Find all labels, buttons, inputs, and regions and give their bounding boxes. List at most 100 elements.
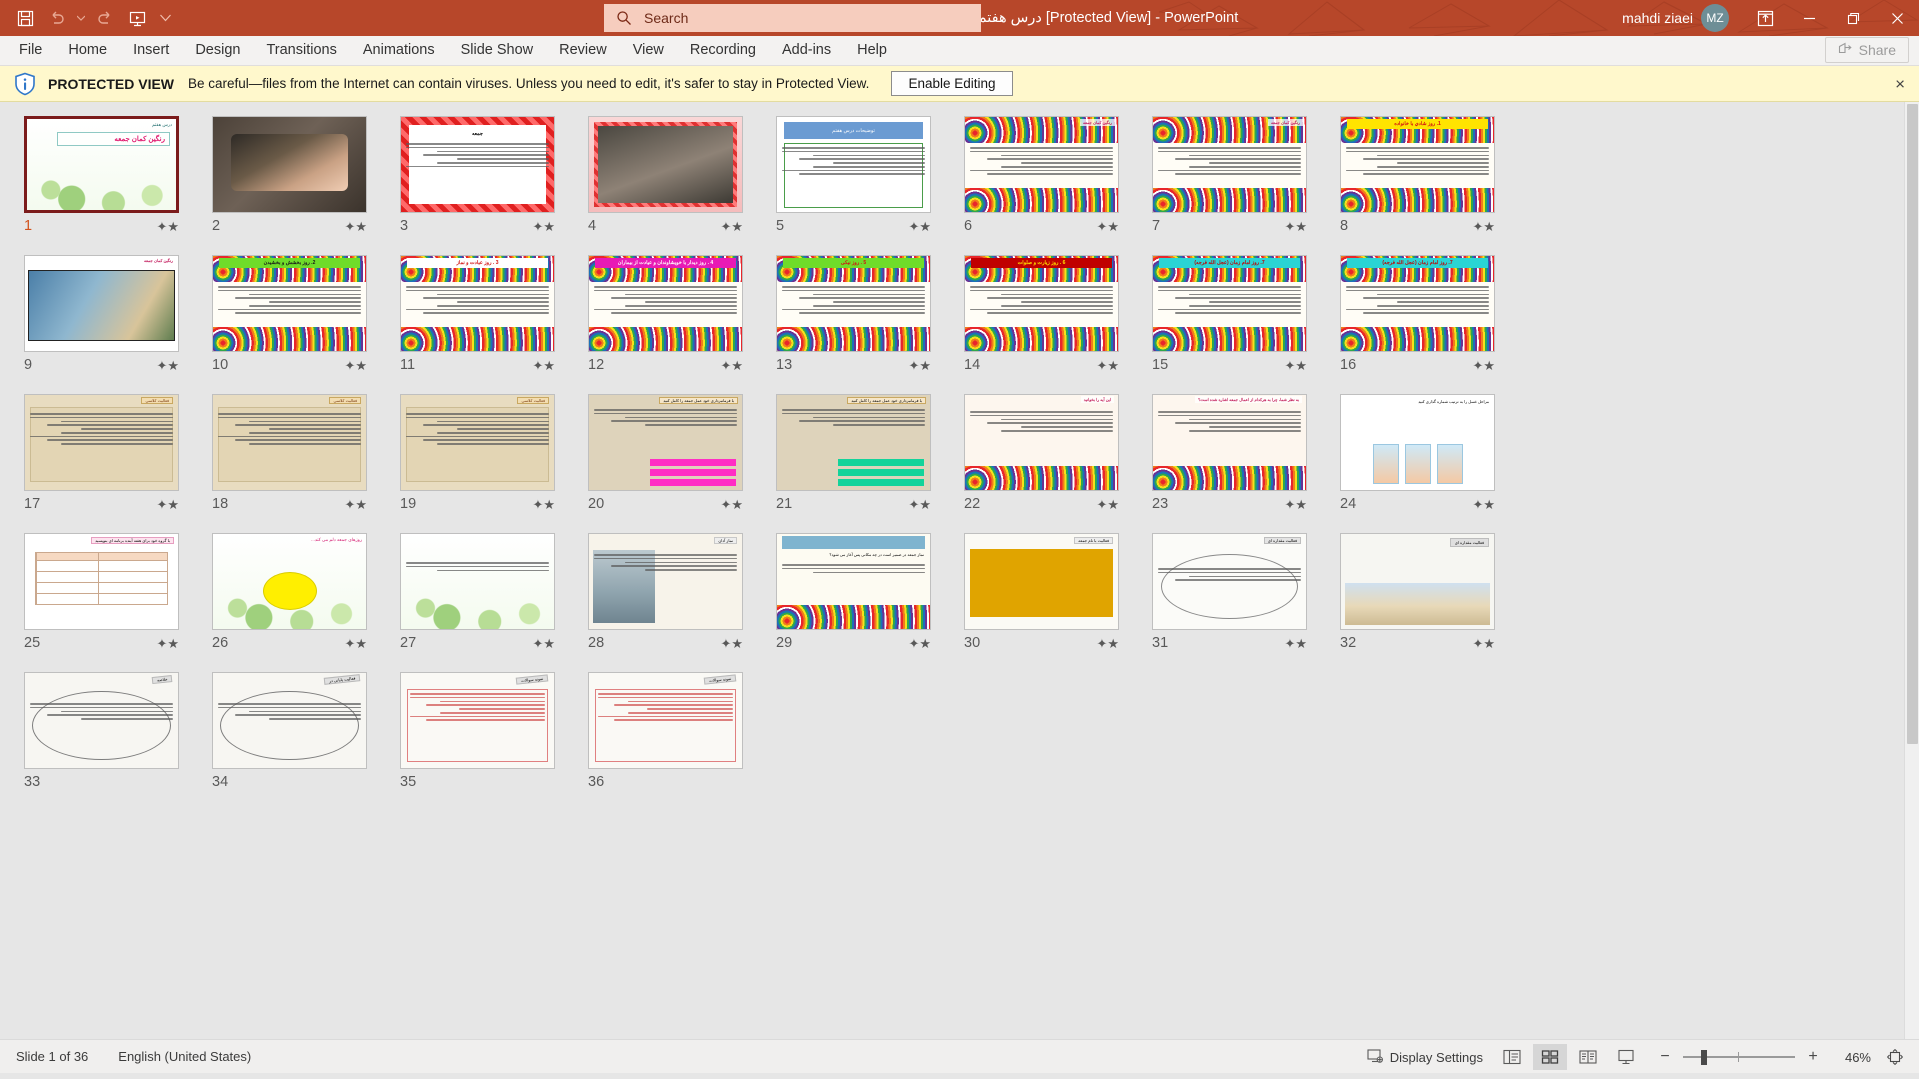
slide-thumbnail-5[interactable]: توضیحات درس هفتم 5 ✦★ xyxy=(776,112,964,251)
slide-thumbnail-20[interactable]: با فرمانبرداری خود عمل جمعه را کامل کنید… xyxy=(588,390,776,529)
slide-thumbnail-14[interactable]: 6 . روز زیارت و صلوات 14 ✦★ xyxy=(964,251,1152,390)
slide-thumbnail-frame[interactable]: فعالیت پایانی در xyxy=(212,672,367,769)
slide-thumbnail-frame[interactable]: 3 . روز عبادت و نماز xyxy=(400,255,555,352)
slide-preview[interactable] xyxy=(400,533,555,630)
animation-star-icon[interactable]: ✦★ xyxy=(1096,359,1119,372)
slide-preview[interactable]: 1. روز شادي با خانواده xyxy=(1340,116,1495,213)
slide-thumbnail-30[interactable]: فعالیت با نام جمعه 30 ✦★ xyxy=(964,529,1152,668)
slide-preview[interactable]: فعالیت کلاسی xyxy=(24,394,179,491)
slide-preview[interactable]: فعالیت مقداره ای xyxy=(1340,533,1495,630)
redo-icon[interactable] xyxy=(90,4,120,32)
slide-thumbnail-4[interactable]: 4 ✦★ xyxy=(588,112,776,251)
slide-thumbnail-1[interactable]: درس هفتم رنگین کمان جمعه 1 ✦★ xyxy=(24,112,212,251)
undo-icon[interactable] xyxy=(42,4,72,32)
animation-star-icon[interactable]: ✦★ xyxy=(908,220,931,233)
slide-thumbnail-frame[interactable]: 2. روز بخشش و بخشیدن xyxy=(212,255,367,352)
slide-thumbnail-frame[interactable]: فعالیت کلاسی xyxy=(24,394,179,491)
slide-preview[interactable]: 6 . روز زیارت و صلوات xyxy=(964,255,1119,352)
slide-thumbnail-22[interactable]: این آیه را بخوانید 22 ✦★ xyxy=(964,390,1152,529)
slide-thumbnail-frame[interactable]: با فرمانبرداری خود عمل جمعه را کامل کنید xyxy=(776,394,931,491)
zoom-slider-handle[interactable] xyxy=(1701,1050,1707,1065)
slide-thumbnail-frame[interactable]: مراحل غسل را به ترتیب شماره گذاری کنید xyxy=(1340,394,1495,491)
slide-thumbnail-frame[interactable]: فعالیت مقداره ای xyxy=(1152,533,1307,630)
animation-star-icon[interactable]: ✦★ xyxy=(344,220,367,233)
slide-preview[interactable]: 5 . روز نیکی xyxy=(776,255,931,352)
slide-thumbnail-frame[interactable]: با فرمانبرداری خود عمل جمعه را کامل کنید xyxy=(588,394,743,491)
animation-star-icon[interactable]: ✦★ xyxy=(720,220,743,233)
slide-thumbnail-frame[interactable] xyxy=(400,533,555,630)
animation-star-icon[interactable]: ✦★ xyxy=(156,359,179,372)
slide-preview[interactable]: نمونه سوالات xyxy=(588,672,743,769)
slide-preview[interactable]: نمونه سوالات xyxy=(400,672,555,769)
animation-star-icon[interactable]: ✦★ xyxy=(532,637,555,650)
slide-thumbnail-11[interactable]: 3 . روز عبادت و نماز 11 ✦★ xyxy=(400,251,588,390)
slide-preview[interactable]: فعالیت کلاسی xyxy=(212,394,367,491)
slide-thumbnail-7[interactable]: رنگین کمان جمعه 7 ✦★ xyxy=(1152,112,1340,251)
slide-preview[interactable]: به نظر شما، چرا به هرکدام از اعمال جمعه … xyxy=(1152,394,1307,491)
slide-thumbnail-9[interactable]: رنگین کمان جمعه 9 ✦★ xyxy=(24,251,212,390)
slide-thumbnail-frame[interactable]: رنگین کمان جمعه xyxy=(964,116,1119,213)
save-icon[interactable] xyxy=(10,4,40,32)
zoom-in-button[interactable]: + xyxy=(1805,1049,1821,1065)
avatar[interactable]: MZ xyxy=(1701,4,1729,32)
animation-star-icon[interactable]: ✦★ xyxy=(908,359,931,372)
animation-star-icon[interactable]: ✦★ xyxy=(720,637,743,650)
slide-thumbnail-10[interactable]: 2. روز بخشش و بخشیدن 10 ✦★ xyxy=(212,251,400,390)
slide-thumbnail-frame[interactable]: 6 . روز زیارت و صلوات xyxy=(964,255,1119,352)
animation-star-icon[interactable]: ✦★ xyxy=(156,637,179,650)
slide-preview[interactable]: با گروه خود برای هفته آینده برنامه ای بن… xyxy=(24,533,179,630)
tab-add-ins[interactable]: Add-ins xyxy=(769,35,844,65)
language-indicator[interactable]: English (United States) xyxy=(118,1049,251,1064)
slide-thumbnail-frame[interactable]: فعالیت مقداره ای xyxy=(1340,533,1495,630)
slide-thumbnail-frame[interactable]: فعالیت با نام جمعه xyxy=(964,533,1119,630)
sorter-scroll-thumb[interactable] xyxy=(1907,104,1918,744)
animation-star-icon[interactable]: ✦★ xyxy=(532,220,555,233)
slide-preview[interactable]: با فرمانبرداری خود عمل جمعه را کامل کنید xyxy=(776,394,931,491)
slide-preview[interactable]: روزهای جمعه دلم می کند... xyxy=(212,533,367,630)
animation-star-icon[interactable]: ✦★ xyxy=(1472,220,1495,233)
slide-preview[interactable]: رنگین کمان جمعه xyxy=(964,116,1119,213)
slide-thumbnail-frame[interactable]: نماز آدان xyxy=(588,533,743,630)
tab-file[interactable]: File xyxy=(6,35,55,65)
tab-animations[interactable]: Animations xyxy=(350,35,448,65)
tab-design[interactable]: Design xyxy=(182,35,253,65)
slide-preview[interactable]: با فرمانبرداری خود عمل جمعه را کامل کنید xyxy=(588,394,743,491)
slide-preview[interactable]: نماز جمعه در ضمیر است در چه مکانی پس آغا… xyxy=(776,533,931,630)
slide-thumbnail-frame[interactable]: 7. روز امام زمان (عجل الله فرجه) xyxy=(1152,255,1307,352)
slide-thumbnail-8[interactable]: 1. روز شادي با خانواده 8 ✦★ xyxy=(1340,112,1528,251)
animation-star-icon[interactable]: ✦★ xyxy=(908,498,931,511)
slide-thumbnail-34[interactable]: فعالیت پایانی در 34 xyxy=(212,668,400,807)
tab-slide-show[interactable]: Slide Show xyxy=(448,35,547,65)
slide-thumbnail-frame[interactable]: درس هفتم رنگین کمان جمعه xyxy=(24,116,179,213)
animation-star-icon[interactable]: ✦★ xyxy=(1472,637,1495,650)
animation-star-icon[interactable]: ✦★ xyxy=(1096,498,1119,511)
animation-star-icon[interactable]: ✦★ xyxy=(1096,220,1119,233)
minimize-button[interactable] xyxy=(1787,0,1831,36)
slide-counter[interactable]: Slide 1 of 36 xyxy=(16,1049,88,1064)
slide-thumbnail-frame[interactable]: نماز جمعه در ضمیر است در چه مکانی پس آغا… xyxy=(776,533,931,630)
slide-thumbnail-24[interactable]: مراحل غسل را به ترتیب شماره گذاری کنید 24… xyxy=(1340,390,1528,529)
slide-preview[interactable]: 7. روز امام زمان (عجل الله فرجه) xyxy=(1340,255,1495,352)
animation-star-icon[interactable]: ✦★ xyxy=(720,498,743,511)
slide-preview[interactable]: 7. روز امام زمان (عجل الله فرجه) xyxy=(1152,255,1307,352)
close-button[interactable] xyxy=(1875,0,1919,36)
slide-thumbnail-15[interactable]: 7. روز امام زمان (عجل الله فرجه) 15 ✦★ xyxy=(1152,251,1340,390)
animation-star-icon[interactable]: ✦★ xyxy=(1472,498,1495,511)
slide-thumbnail-frame[interactable]: جمعه xyxy=(400,116,555,213)
slide-thumbnail-frame[interactable]: نمونه سوالات xyxy=(400,672,555,769)
slide-thumbnail-frame[interactable]: خلاصه xyxy=(24,672,179,769)
animation-star-icon[interactable]: ✦★ xyxy=(1472,359,1495,372)
slide-preview[interactable]: فعالیت مقداره ای xyxy=(1152,533,1307,630)
animation-star-icon[interactable]: ✦★ xyxy=(344,637,367,650)
start-presentation-icon[interactable] xyxy=(122,4,152,32)
animation-star-icon[interactable]: ✦★ xyxy=(156,220,179,233)
slide-preview[interactable]: 2. روز بخشش و بخشیدن xyxy=(212,255,367,352)
slide-thumbnail-frame[interactable]: رنگین کمان جمعه xyxy=(1152,116,1307,213)
ribbon-display-options-icon[interactable] xyxy=(1743,0,1787,36)
slide-thumbnail-36[interactable]: نمونه سوالات 36 xyxy=(588,668,776,807)
view-button-reading[interactable] xyxy=(1571,1044,1605,1070)
close-protected-view-icon[interactable]: × xyxy=(1895,75,1905,92)
customize-qat-icon[interactable] xyxy=(154,4,176,32)
slide-thumbnail-frame[interactable]: فعالیت کلاسی xyxy=(400,394,555,491)
slide-thumbnail-frame[interactable]: رنگین کمان جمعه xyxy=(24,255,179,352)
